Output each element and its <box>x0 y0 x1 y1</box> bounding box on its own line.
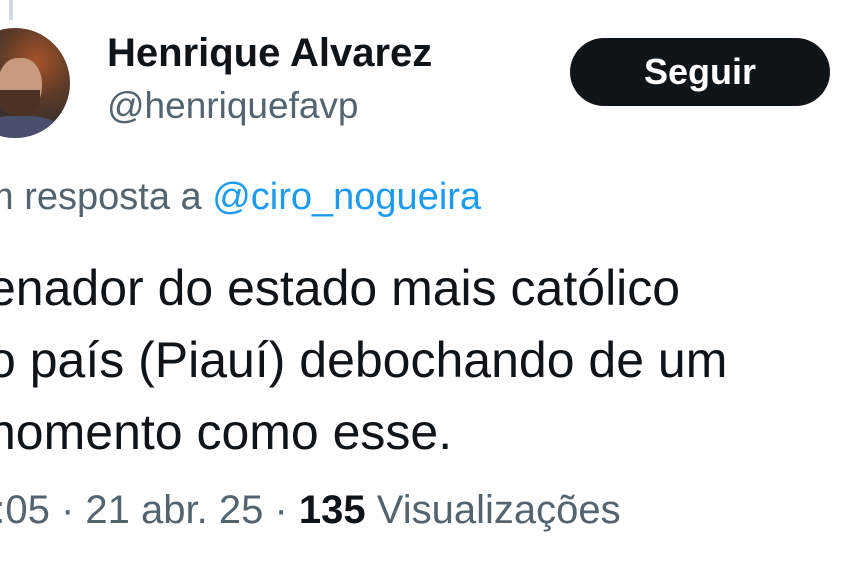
reply-prefix: m resposta a <box>0 176 213 218</box>
avatar-shirt <box>0 116 62 138</box>
thread-connector-line <box>9 0 13 20</box>
tweet-metadata: 3:05 · 21 abr. 25 · 135 Visualizações <box>0 486 621 534</box>
tweet-text-line: enador do estado mais católico <box>0 260 681 316</box>
views-label: Visualizações <box>365 488 621 532</box>
tweet-body: enador do estado mais católico o país (P… <box>0 252 848 468</box>
author-handle[interactable]: @henriquefavp <box>107 84 359 128</box>
author-display-name[interactable]: Henrique Alvarez <box>107 30 432 76</box>
meta-separator: · <box>263 488 299 532</box>
tweet-text-line: nomento como esse. <box>0 404 453 460</box>
tweet-text-line: o país (Piauí) debochando de um <box>0 332 728 388</box>
reply-mention-link[interactable]: @ciro_nogueira <box>212 176 481 218</box>
tweet-date[interactable]: 21 abr. 25 <box>85 488 263 532</box>
tweet-time[interactable]: 3:05 <box>0 488 50 532</box>
follow-button[interactable]: Seguir <box>570 38 830 106</box>
tweet-card: Henrique Alvarez @henriquefavp Seguir m … <box>0 0 856 570</box>
avatar-beard <box>0 90 40 116</box>
reply-context: m resposta a @ciro_nogueira <box>0 174 481 220</box>
views-count: 135 <box>298 488 366 532</box>
user-avatar[interactable] <box>0 28 70 138</box>
meta-separator: · <box>49 488 86 532</box>
